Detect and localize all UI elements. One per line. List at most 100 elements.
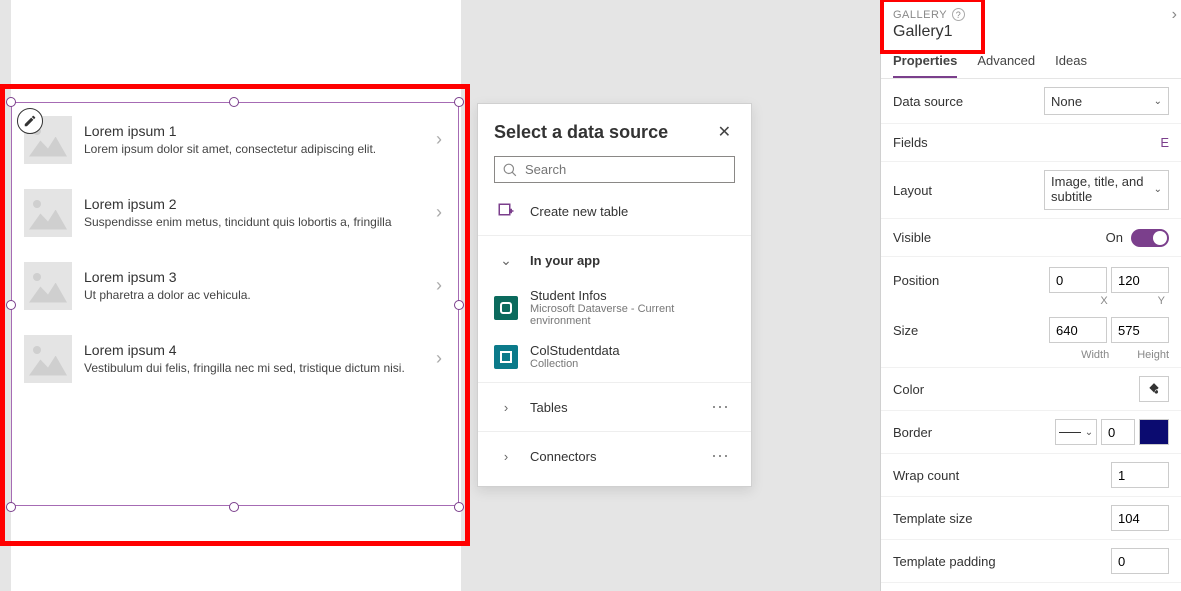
prop-template-padding: Template padding — [881, 540, 1181, 583]
control-type-label: GALLERY ? — [893, 8, 1169, 21]
chevron-down-icon: ⌄ — [1154, 96, 1162, 107]
search-field[interactable] — [525, 162, 726, 177]
layout-select[interactable]: Image, title, and subtitle⌄ — [1044, 170, 1169, 210]
properties-pane: GALLERY ? Gallery1 › Properties Advanced… — [880, 0, 1181, 591]
paint-bucket-icon — [1147, 382, 1161, 396]
visible-toggle[interactable] — [1131, 229, 1169, 247]
close-button[interactable]: ✕ — [714, 118, 735, 146]
gallery-item-title: Lorem ipsum 3 — [84, 269, 432, 285]
data-source-subtitle: Collection — [530, 358, 735, 370]
template-size-input[interactable] — [1111, 505, 1169, 531]
gallery-item-subtitle: Ut pharetra a dolor ac vehicula. — [84, 288, 432, 302]
dataverse-icon — [494, 296, 518, 320]
gallery-item-title: Lorem ipsum 1 — [84, 123, 432, 139]
chevron-right-icon[interactable]: › — [432, 348, 446, 369]
gallery-item[interactable]: Lorem ipsum 3 Ut pharetra a dolor ac veh… — [12, 249, 458, 322]
border-color-button[interactable] — [1139, 419, 1169, 445]
selection-handle[interactable] — [454, 502, 464, 512]
prop-fields: Fields E — [881, 124, 1181, 162]
data-source-subtitle: Microsoft Dataverse - Current environmen… — [530, 303, 735, 327]
create-new-table[interactable]: Create new table — [478, 191, 751, 231]
selection-handle[interactable] — [6, 300, 16, 310]
flyout-title: Select a data source — [494, 122, 668, 143]
gallery-control[interactable]: Lorem ipsum 1 Lorem ipsum dolor sit amet… — [11, 102, 459, 506]
selection-handle[interactable] — [454, 300, 464, 310]
canvas-area: Lorem ipsum 1 Lorem ipsum dolor sit amet… — [0, 0, 880, 591]
chevron-down-icon: ⌄ — [500, 252, 512, 269]
search-input[interactable] — [494, 156, 735, 183]
data-source-flyout: Select a data source ✕ Create new table … — [477, 103, 752, 487]
y-axis-label: Y — [1158, 295, 1165, 307]
color-picker-button[interactable] — [1139, 376, 1169, 402]
gallery-item-subtitle: Suspendisse enim metus, tincidunt quis l… — [84, 215, 432, 229]
data-source-item[interactable]: Student Infos Microsoft Dataverse - Curr… — [478, 280, 751, 335]
new-table-icon — [497, 202, 515, 220]
more-button[interactable]: ⋯ — [705, 446, 735, 467]
gallery-item-subtitle: Vestibulum dui felis, fringilla nec mi s… — [84, 361, 432, 375]
x-axis-label: X — [1100, 295, 1107, 307]
create-new-table-label: Create new table — [530, 204, 735, 219]
chevron-right-icon[interactable]: › — [432, 129, 446, 150]
section-label: In your app — [530, 253, 735, 268]
visible-label: On — [1106, 230, 1123, 245]
prop-data-source: Data source None⌄ — [881, 79, 1181, 124]
prop-visible: Visible On — [881, 219, 1181, 257]
border-width-input[interactable] — [1101, 419, 1135, 445]
template-padding-input[interactable] — [1111, 548, 1169, 574]
tabs: Properties Advanced Ideas — [881, 45, 1181, 79]
tab-ideas[interactable]: Ideas — [1055, 53, 1087, 78]
chevron-right-icon: › — [504, 449, 508, 464]
gallery-item[interactable]: Lorem ipsum 4 Vestibulum dui felis, frin… — [12, 322, 458, 395]
chevron-right-icon: › — [504, 400, 508, 415]
prop-layout: Layout Image, title, and subtitle⌄ — [881, 162, 1181, 219]
gallery-item-title: Lorem ipsum 4 — [84, 342, 432, 358]
data-source-item[interactable]: ColStudentdata Collection — [478, 335, 751, 378]
height-input[interactable] — [1111, 317, 1169, 343]
image-placeholder-icon — [24, 262, 72, 310]
prop-template-size: Template size — [881, 497, 1181, 540]
prop-position: Position — [881, 257, 1181, 295]
selection-handle[interactable] — [6, 97, 16, 107]
gallery-item[interactable]: Lorem ipsum 2 Suspendisse enim metus, ti… — [12, 176, 458, 249]
edit-pencil-button[interactable] — [17, 108, 43, 134]
tab-advanced[interactable]: Advanced — [977, 53, 1035, 78]
help-icon[interactable]: ? — [952, 8, 965, 21]
gallery-item-subtitle: Lorem ipsum dolor sit amet, consectetur … — [84, 142, 432, 156]
chevron-down-icon: ⌄ — [1154, 184, 1162, 196]
chevron-right-icon[interactable]: › — [1172, 6, 1177, 24]
section-tables[interactable]: › Tables ⋯ — [478, 387, 751, 427]
wrap-count-input[interactable] — [1111, 462, 1169, 488]
gallery-item[interactable]: Lorem ipsum 1 Lorem ipsum dolor sit amet… — [12, 103, 458, 176]
chevron-right-icon[interactable]: › — [432, 202, 446, 223]
selection-handle[interactable] — [229, 97, 239, 107]
tab-properties[interactable]: Properties — [893, 53, 957, 78]
width-label: Width — [1081, 349, 1109, 361]
data-source-title: ColStudentdata — [530, 343, 735, 358]
data-source-select[interactable]: None⌄ — [1044, 87, 1169, 115]
image-placeholder-icon — [24, 335, 72, 383]
width-input[interactable] — [1049, 317, 1107, 343]
gallery-item-title: Lorem ipsum 2 — [84, 196, 432, 212]
section-connectors[interactable]: › Connectors ⋯ — [478, 436, 751, 476]
fields-edit-link[interactable]: E — [1160, 135, 1169, 150]
control-name[interactable]: Gallery1 — [893, 23, 1169, 41]
selection-handle[interactable] — [454, 97, 464, 107]
data-source-title: Student Infos — [530, 288, 735, 303]
position-x-input[interactable] — [1049, 267, 1107, 293]
height-label: Height — [1137, 349, 1169, 361]
selection-handle[interactable] — [229, 502, 239, 512]
position-y-input[interactable] — [1111, 267, 1169, 293]
border-style-select[interactable]: ⌄ — [1055, 419, 1097, 445]
section-label: Tables — [530, 400, 693, 415]
prop-color: Color — [881, 368, 1181, 411]
properties-header: GALLERY ? Gallery1 › — [881, 0, 1181, 45]
chevron-down-icon: ⌄ — [1085, 427, 1093, 438]
section-in-your-app[interactable]: ⌄ In your app — [478, 240, 751, 280]
prop-size: Size — [881, 311, 1181, 349]
prop-border: Border ⌄ — [881, 411, 1181, 454]
selection-handle[interactable] — [6, 502, 16, 512]
prop-wrap-count: Wrap count — [881, 454, 1181, 497]
chevron-right-icon[interactable]: › — [432, 275, 446, 296]
more-button[interactable]: ⋯ — [705, 397, 735, 418]
section-label: Connectors — [530, 449, 693, 464]
